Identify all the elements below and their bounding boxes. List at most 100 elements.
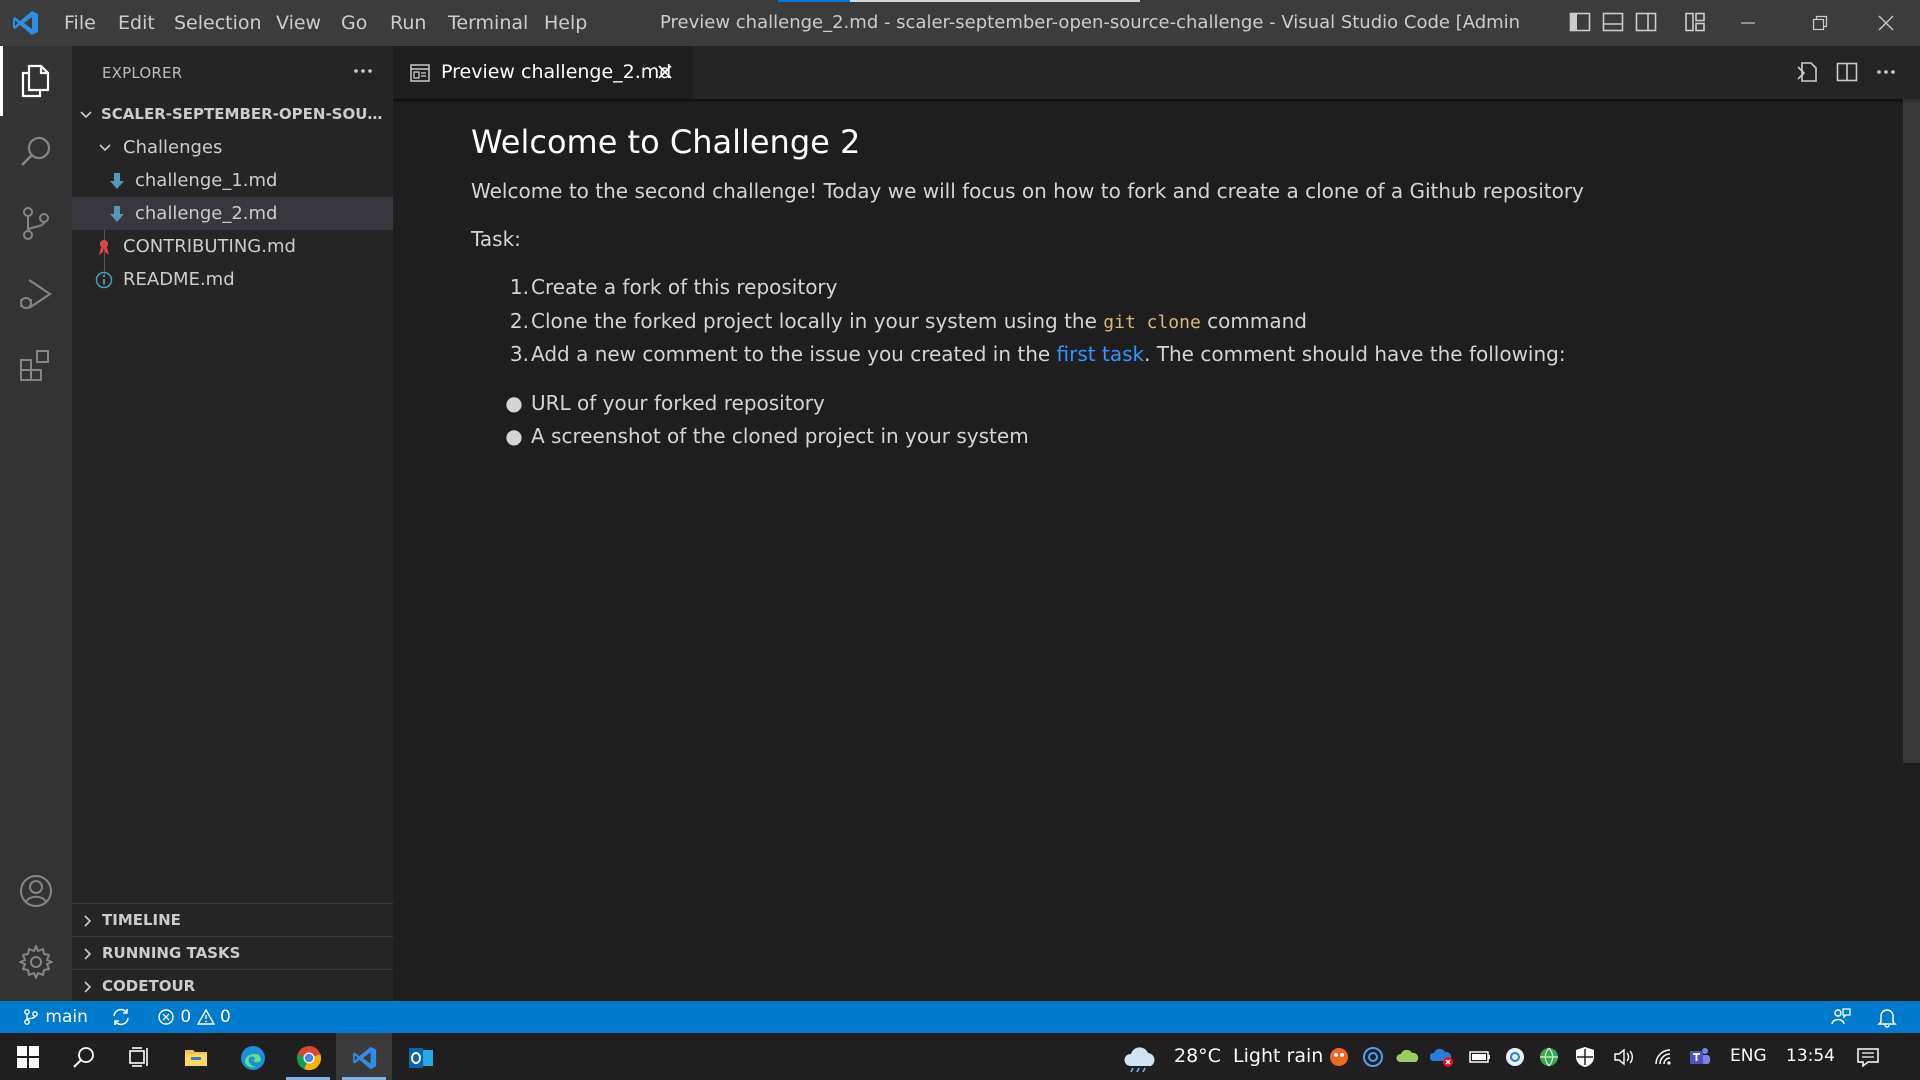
menu-view[interactable]: View <box>276 0 321 46</box>
menu-help[interactable]: Help <box>544 0 587 46</box>
search-icon[interactable] <box>0 117 72 187</box>
menu-run[interactable]: Run <box>390 0 426 46</box>
menu-selection[interactable]: Selection <box>174 0 262 46</box>
edge-browser-icon[interactable] <box>224 1033 280 1080</box>
onedrive-error-icon[interactable] <box>1430 1046 1454 1068</box>
info-icon <box>95 271 113 289</box>
explorer-sidebar: EXPLORER SCALER-SEPTEMBER-OPEN-SOURCE-CH… <box>72 46 393 1001</box>
feedback-icon[interactable] <box>1830 1001 1852 1033</box>
open-source-icon[interactable] <box>1795 59 1821 85</box>
scroll-shadow <box>393 99 1920 103</box>
run-debug-icon[interactable] <box>0 259 72 329</box>
source-control-icon[interactable] <box>0 188 72 258</box>
list-item-text: Add a new comment to the issue you creat… <box>531 342 1566 366</box>
customize-layout-icon[interactable] <box>1683 10 1707 34</box>
more-actions-icon[interactable] <box>346 58 380 84</box>
tree-item-label: challenge_2.md <box>135 203 278 224</box>
title-bar: File Edit Selection View Go Run Terminal… <box>0 0 1920 46</box>
chevron-down-icon <box>78 107 94 123</box>
settings-gear-icon[interactable] <box>0 927 72 997</box>
action-center-icon[interactable] <box>1856 1046 1880 1068</box>
section-codetour[interactable]: CODETOUR <box>72 969 393 1003</box>
close-window-button[interactable] <box>1856 0 1916 46</box>
volume-icon[interactable] <box>1612 1046 1636 1068</box>
scrollbar[interactable] <box>1903 99 1920 763</box>
list-item-text: Clone the forked project locally in your… <box>531 309 1307 333</box>
markdown-file-icon <box>109 172 125 190</box>
tab-preview-challenge-2[interactable]: Preview challenge_2.md <box>393 46 693 99</box>
tree-item-contributing[interactable]: CONTRIBUTING.md <box>72 230 393 263</box>
file-explorer-icon[interactable] <box>168 1033 224 1080</box>
chrome-browser-icon[interactable] <box>280 1033 336 1080</box>
network-globe-icon[interactable] <box>1538 1046 1560 1068</box>
taskbar-search-icon[interactable] <box>56 1033 112 1080</box>
windows-start-icon[interactable] <box>0 1033 56 1080</box>
section-timeline[interactable]: TIMELINE <box>72 903 393 937</box>
section-label: CODETOUR <box>102 977 196 995</box>
section-label: RUNNING TASKS <box>102 944 241 962</box>
menu-go[interactable]: Go <box>341 0 367 46</box>
markdown-file-icon <box>109 205 125 223</box>
extensions-icon[interactable] <box>0 330 72 400</box>
battery-icon[interactable] <box>1468 1046 1492 1068</box>
error-count: 0 <box>180 1007 192 1027</box>
tree-item-readme[interactable]: README.md <box>72 263 393 296</box>
vscode-taskbar-icon[interactable] <box>336 1033 392 1080</box>
account-icon[interactable] <box>0 856 72 926</box>
tree-item-label: Challenges <box>123 137 223 158</box>
tree-item-label: CONTRIBUTING.md <box>123 236 296 257</box>
tree-item-challenge-1[interactable]: challenge_1.md <box>72 164 393 197</box>
chevron-right-icon <box>80 946 96 962</box>
tray-settings-icon[interactable] <box>1504 1046 1526 1068</box>
split-editor-icon[interactable] <box>1834 59 1860 85</box>
task-view-icon[interactable] <box>112 1033 168 1080</box>
minimize-button[interactable] <box>1718 0 1778 46</box>
list-marker: 1. <box>509 275 529 299</box>
weather-widget[interactable]: 28°C Light rain <box>1174 1033 1323 1080</box>
menu-file[interactable]: File <box>64 0 96 46</box>
onedrive-icon[interactable] <box>1396 1046 1420 1068</box>
text-segment: . The comment should have the following: <box>1144 342 1566 366</box>
activity-bar <box>0 46 72 1001</box>
tray-app-icon[interactable] <box>1328 1046 1350 1068</box>
branch-indicator[interactable]: main <box>22 1001 88 1033</box>
menu-terminal[interactable]: Terminal <box>448 0 528 46</box>
inline-code: git clone <box>1103 312 1201 333</box>
editor-tab-bar: Preview challenge_2.md <box>393 46 1920 99</box>
sidebar-title: EXPLORER <box>102 64 183 82</box>
text-segment: command <box>1200 309 1307 333</box>
tree-item-label: README.md <box>123 269 235 290</box>
vscode-logo-icon <box>12 9 40 37</box>
close-icon[interactable] <box>655 62 675 82</box>
security-shield-icon[interactable] <box>1574 1046 1596 1068</box>
explorer-icon[interactable] <box>0 46 72 116</box>
toggle-secondary-sidebar-icon[interactable] <box>1634 10 1658 34</box>
outlook-icon[interactable] <box>392 1033 448 1080</box>
menu-edit[interactable]: Edit <box>118 0 155 46</box>
bullet-icon: ● <box>505 424 529 448</box>
more-actions-icon[interactable] <box>1873 59 1899 85</box>
problems-indicator[interactable]: 0 0 <box>157 1001 231 1033</box>
chevron-right-icon <box>80 979 96 995</box>
toggle-panel-icon[interactable] <box>1601 10 1625 34</box>
error-icon <box>158 1009 174 1025</box>
teams-icon[interactable] <box>1688 1046 1712 1068</box>
warning-icon <box>196 1008 215 1025</box>
toggle-primary-sidebar-icon[interactable] <box>1568 10 1592 34</box>
tray-sync-icon[interactable] <box>1362 1046 1384 1068</box>
wifi-icon[interactable] <box>1652 1046 1676 1068</box>
first-task-link[interactable]: first task <box>1057 342 1145 366</box>
weather-cloud-icon[interactable] <box>1122 1046 1158 1072</box>
notifications-bell-icon[interactable] <box>1876 1001 1898 1033</box>
section-running-tasks[interactable]: RUNNING TASKS <box>72 936 393 970</box>
text-segment: Add a new comment to the issue you creat… <box>531 342 1057 366</box>
root-folder[interactable]: SCALER-SEPTEMBER-OPEN-SOURCE-CHALLENGE <box>72 98 393 131</box>
sync-icon[interactable] <box>110 1001 132 1033</box>
list-marker: 2. <box>509 309 529 333</box>
tree-item-challenge-2[interactable]: challenge_2.md <box>72 197 393 230</box>
preview-heading: Welcome to Challenge 2 <box>471 123 861 161</box>
clock[interactable]: 13:54 <box>1786 1033 1835 1080</box>
input-language[interactable]: ENG <box>1730 1033 1767 1080</box>
restore-button[interactable] <box>1790 0 1850 46</box>
tree-item-challenges-folder[interactable]: Challenges <box>72 131 393 164</box>
